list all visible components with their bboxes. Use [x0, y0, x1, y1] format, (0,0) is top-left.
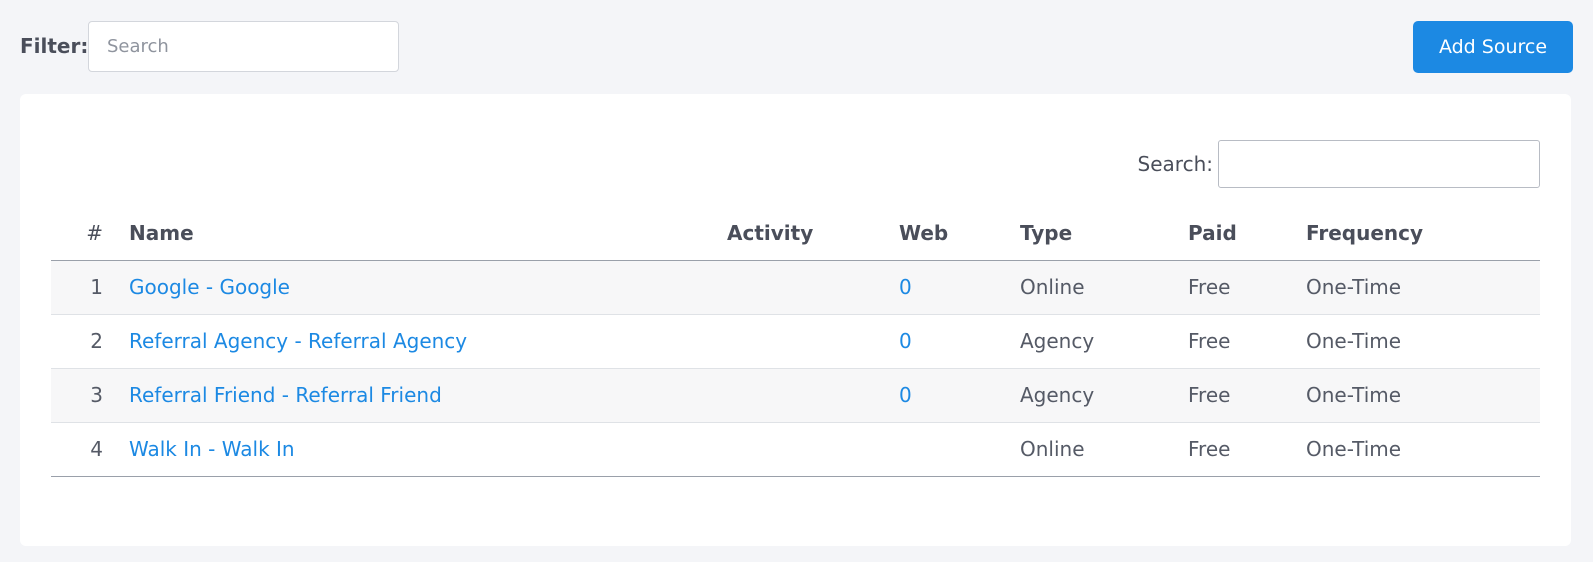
row-frequency: One-Time: [1306, 260, 1540, 315]
row-paid: Free: [1188, 422, 1306, 477]
row-paid: Free: [1188, 314, 1306, 369]
table-row: 3 Referral Friend - Referral Friend 0 Ag…: [51, 368, 1540, 423]
column-header-web[interactable]: Web: [899, 206, 1020, 261]
web-count-link[interactable]: 0: [899, 275, 912, 299]
row-activity: [727, 314, 899, 369]
row-type: Online: [1020, 422, 1188, 477]
row-type: Agency: [1020, 314, 1188, 369]
add-source-button[interactable]: Add Source: [1413, 21, 1573, 73]
sources-card: Search: # Name Activity Web Type Paid Fr…: [20, 94, 1571, 546]
source-name-link[interactable]: Referral Friend - Referral Friend: [129, 383, 442, 407]
column-header-type[interactable]: Type: [1020, 206, 1188, 261]
source-name-link[interactable]: Google - Google: [129, 275, 290, 299]
source-name-link[interactable]: Referral Agency - Referral Agency: [129, 329, 467, 353]
row-frequency: One-Time: [1306, 314, 1540, 369]
column-header-num[interactable]: #: [51, 206, 129, 261]
row-frequency: One-Time: [1306, 368, 1540, 423]
web-count-link[interactable]: 0: [899, 329, 912, 353]
column-header-frequency[interactable]: Frequency: [1306, 206, 1540, 261]
column-header-paid[interactable]: Paid: [1188, 206, 1306, 261]
filter-label: Filter:: [20, 34, 89, 58]
row-activity: [727, 368, 899, 423]
row-number: 3: [51, 368, 129, 423]
table-search: Search:: [1138, 140, 1540, 188]
table-row: 4 Walk In - Walk In Online Free One-Time: [51, 422, 1540, 477]
row-number: 2: [51, 314, 129, 369]
column-header-name[interactable]: Name: [129, 206, 727, 261]
row-number: 1: [51, 260, 129, 315]
top-toolbar: Filter: Add Source: [20, 21, 1573, 73]
row-type: Agency: [1020, 368, 1188, 423]
table-row: 2 Referral Agency - Referral Agency 0 Ag…: [51, 314, 1540, 369]
table-header-row: # Name Activity Web Type Paid Frequency: [51, 206, 1540, 261]
filter-input[interactable]: [88, 21, 399, 72]
row-number: 4: [51, 422, 129, 477]
row-paid: Free: [1188, 260, 1306, 315]
search-label: Search:: [1137, 152, 1213, 176]
source-name-link[interactable]: Walk In - Walk In: [129, 437, 295, 461]
table-row: 1 Google - Google 0 Online Free One-Time: [51, 260, 1540, 315]
row-activity: [727, 260, 899, 315]
column-header-activity[interactable]: Activity: [727, 206, 899, 261]
row-type: Online: [1020, 260, 1188, 315]
web-count-link[interactable]: 0: [899, 383, 912, 407]
row-paid: Free: [1188, 368, 1306, 423]
search-input[interactable]: [1218, 140, 1540, 188]
row-activity: [727, 422, 899, 477]
sources-table: # Name Activity Web Type Paid Frequency …: [51, 206, 1540, 477]
row-frequency: One-Time: [1306, 422, 1540, 477]
